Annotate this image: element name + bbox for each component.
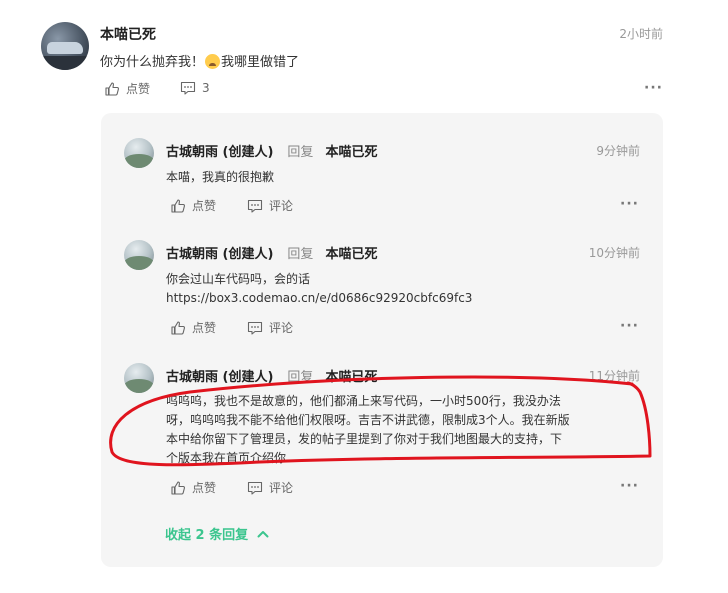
collapse-label: 收起 2 条回复 bbox=[165, 528, 249, 543]
chevron-up-icon bbox=[256, 527, 270, 541]
collapse-replies-button[interactable]: 收起 2 条回复 bbox=[165, 524, 270, 543]
red-annotation-ellipse bbox=[109, 375, 652, 467]
